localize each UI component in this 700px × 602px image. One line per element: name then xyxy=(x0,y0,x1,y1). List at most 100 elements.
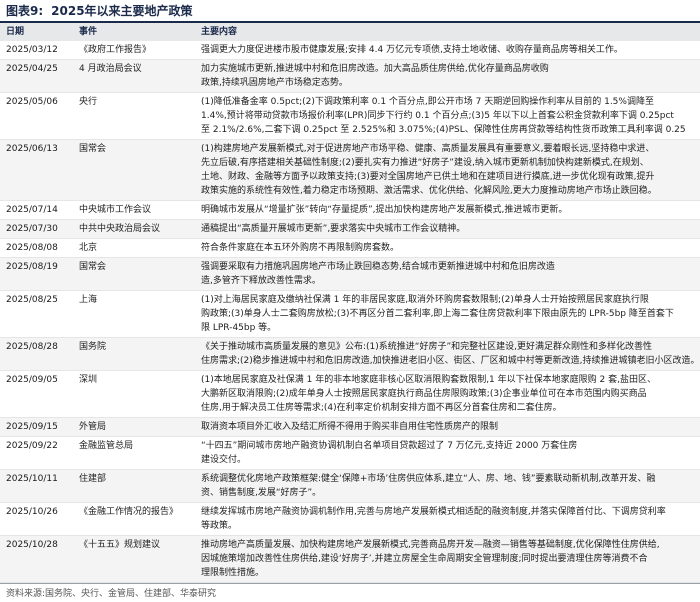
content-line: 购政策;(3)单身人士二套购房放松;(3)不再区分首二套利率,即上海二套住房贷款… xyxy=(201,309,674,319)
table-row: 2025/07/14 中央城市工作会议 明确城市发展从“增量扩张”转向“存量提质”,… xyxy=(0,200,700,220)
content-line: 强调要采取有力措施巩固房地产市场止跌回稳态势,结合城市更新推进城中村和危旧房改造 xyxy=(201,262,555,272)
cell-date: 2025/03/12 xyxy=(0,41,73,60)
cell-content: 明确城市发展从“增量扩张”转向“存量提质”,提出加快构建房地产发展新模式,推进城… xyxy=(195,200,700,220)
figure-title: 图表9: 2025年以来主要地产政策 xyxy=(6,2,193,20)
content-line: 符合条件家庭在本五环外购房不再限制购房套数。 xyxy=(201,243,400,253)
cell-content: 取消资本项目外汇收入及结汇所得不得用于购买非自用住宅性质房产的限制 xyxy=(195,417,700,437)
content-line: 取消资本项目外汇收入及结汇所得不得用于购买非自用住宅性质房产的限制 xyxy=(201,422,499,432)
content-line: 《关于推动城市高质量发展的意见》公布:(1)系统推进“好房子”和完整社区建设,更… xyxy=(201,342,652,352)
cell-event: 4 月政治局会议 xyxy=(73,59,195,93)
content-line: 至 2.1%/2.6%,二套下调 0.25pct 至 2.525%和 3.075… xyxy=(201,125,686,135)
cell-date: 2025/10/26 xyxy=(0,502,73,536)
content-line: 建设交付。 xyxy=(201,455,247,465)
content-line: “十四五”期间城市房地产融资协调机制白名单项目贷款超过了 7 万亿元,支持近 2… xyxy=(201,441,578,451)
cell-event: 外管局 xyxy=(73,417,195,437)
content-line: 继续发挥城市房地产融资协调机制作用,完善与房地产发展新模式相适配的融资制度,并落… xyxy=(201,507,666,517)
content-line: 先立后破,有序搭建相关基础性制度;(2)要扎实有力推进“好房子”建设,纳入城市更… xyxy=(201,158,649,168)
cell-event: 北京 xyxy=(73,238,195,258)
cell-content: “十四五”期间城市房地产融资协调机制白名单项目贷款超过了 7 万亿元,支持近 2… xyxy=(195,436,700,470)
source-note: 资料来源:国务院、央行、金管局、住建部、华泰研究 xyxy=(6,589,217,599)
cell-date: 2025/07/14 xyxy=(0,200,73,220)
cell-content: 系统调整优化房地产政策框架:健全‘保障+市场’住房供应体系,建立“人、房、地、钱… xyxy=(195,469,700,503)
cell-content: 强调更大力度促进楼市股市健康发展;安排 4.4 万亿元专项债,支持土地收储、收购… xyxy=(195,41,700,60)
table-row: 2025/08/19 国常会 强调要采取有力措施巩固房地产市场止跌回稳态势,结合城市… xyxy=(0,257,700,291)
cell-date: 2025/07/30 xyxy=(0,219,73,239)
cell-event: 国务院 xyxy=(73,337,195,371)
content-line: 强调更大力度促进楼市股市健康发展;安排 4.4 万亿元专项债,支持土地收储、收购… xyxy=(201,45,623,55)
content-line: 1.4%,预计将带动贷款市场报价利率(LPR)同步下行约 0.1 个百分点;(3… xyxy=(201,111,674,121)
header-date: 日期 xyxy=(0,21,73,41)
content-line: 住房,用于解决员工住房等需求;(4)在利率定价机制安排方面不再区分首套住房和二套… xyxy=(201,403,562,413)
content-line: 系统调整优化房地产政策框架:健全‘保障+市场’住房供应体系,建立“人、房、地、钱… xyxy=(201,474,656,484)
cell-event: 中央城市工作会议 xyxy=(73,200,195,220)
cell-event: 深圳 xyxy=(73,370,195,418)
content-line: 理限制性措施。 xyxy=(201,568,265,578)
policy-table: 日期 事件 主要内容 2025/03/12 《政府工作报告》 强调更大力度促进楼市股… xyxy=(0,21,700,583)
content-line: 大鹏新区取消限购;(2)成年单身人士按照居民家庭执行商品住房限购政策;(3)企事… xyxy=(201,389,647,399)
content-line: 造,多管齐下释放改善性需求。 xyxy=(201,276,321,286)
cell-event: 上海 xyxy=(73,290,195,338)
cell-date: 2025/09/22 xyxy=(0,436,73,470)
cell-content: 继续发挥城市房地产融资协调机制作用,完善与房地产发展新模式相适配的融资制度,并落… xyxy=(195,502,700,536)
content-line: (1)构建房地产发展新模式,对于促进房地产市场平稳、健康、高质量发展具有重要意义… xyxy=(201,144,655,154)
cell-date: 2025/09/15 xyxy=(0,417,73,437)
cell-event: 央行 xyxy=(73,92,195,140)
cell-event: 住建部 xyxy=(73,469,195,503)
cell-event: 中共中央政治局会议 xyxy=(73,219,195,239)
cell-date: 2025/05/06 xyxy=(0,92,73,140)
table-row: 2025/09/05 深圳 (1)本地居民家庭及社保满 1 年的非本地家庭非核心区取… xyxy=(0,370,700,418)
table-row: 2025/10/11 住建部 系统调整优化房地产政策框架:健全‘保障+市场’住房供应… xyxy=(0,469,700,503)
table-row: 2025/10/26 《金融工作情况的报告》 继续发挥城市房地产融资协调机制作用,完… xyxy=(0,502,700,536)
content-line: 明确城市发展从“增量扩张”转向“存量提质”,提出加快构建房地产发展新模式,推进城… xyxy=(201,205,568,215)
cell-content: 强调要采取有力措施巩固房地产市场止跌回稳态势,结合城市更新推进城中村和危旧房改造… xyxy=(195,257,700,291)
content-line: 因城施策增加改善性住房供给,建设‘好房子’,并建立房屋全生命周期安全管理制度;同… xyxy=(201,554,648,564)
content-line: (1)降低准备金率 0.5pct;(2)下调政策利率 0.1 个百分点,即公开市… xyxy=(201,97,654,107)
table-row: 2025/09/22 金融监管总局 “十四五”期间城市房地产融资协调机制白名单项目贷… xyxy=(0,436,700,470)
table-row: 2025/07/30 中共中央政治局会议 通稿提出“高质量开展城市更新”,要求落实中… xyxy=(0,219,700,239)
cell-date: 2025/08/28 xyxy=(0,337,73,371)
content-line: (1)对上海居民家庭及缴纳社保满 1 年的非居民家庭,取消外环购房套数限制;(2… xyxy=(201,295,649,305)
cell-date: 2025/06/13 xyxy=(0,139,73,201)
cell-event: 国常会 xyxy=(73,139,195,201)
table-row: 2025/06/13 国常会 (1)构建房地产发展新模式,对于促进房地产市场平稳、健… xyxy=(0,139,700,201)
table-row: 2025/10/28 《十五五》规划建议 推动房地产高质量发展、加快构建房地产发展新… xyxy=(0,535,700,583)
cell-date: 2025/08/25 xyxy=(0,290,73,338)
cell-date: 2025/09/05 xyxy=(0,370,73,418)
content-line: 等政策。 xyxy=(201,521,238,531)
bottom-rule xyxy=(0,583,700,584)
cell-content: (1)对上海居民家庭及缴纳社保满 1 年的非居民家庭,取消外环购房套数限制;(2… xyxy=(195,290,700,338)
content-line: 通稿提出“高质量开展城市更新”,要求落实中央城市工作会议精神。 xyxy=(201,224,466,234)
cell-date: 2025/10/11 xyxy=(0,469,73,503)
table-row: 2025/04/25 4 月政治局会议 加力实施城市更新,推进城中村和危旧房改造。加… xyxy=(0,59,700,93)
cell-content: (1)构建房地产发展新模式,对于促进房地产市场平稳、健康、高质量发展具有重要意义… xyxy=(195,139,700,201)
cell-date: 2025/10/28 xyxy=(0,535,73,583)
cell-content: 通稿提出“高质量开展城市更新”,要求落实中央城市工作会议精神。 xyxy=(195,219,700,239)
cell-date: 2025/04/25 xyxy=(0,59,73,93)
table-row: 2025/08/28 国务院 《关于推动城市高质量发展的意见》公布:(1)系统推进“… xyxy=(0,337,700,371)
cell-content: 推动房地产高质量发展、加快构建房地产发展新模式,完善商品房开发—融资—销售等基础… xyxy=(195,535,700,583)
cell-content: 《关于推动城市高质量发展的意见》公布:(1)系统推进“好房子”和完整社区建设,更… xyxy=(195,337,700,371)
content-line: 加力实施城市更新,推进城中村和危旧房改造。加大高品质住房供给,优化存量商品房收购 xyxy=(201,64,549,74)
content-line: 限 LPR-45bp 等。 xyxy=(201,323,277,333)
cell-content: 加力实施城市更新,推进城中村和危旧房改造。加大高品质住房供给,优化存量商品房收购… xyxy=(195,59,700,93)
content-line: 住房需求;(2)稳步推进城中村和危旧房改造,加快推进老旧小区、街区、厂区和城中村… xyxy=(201,356,700,366)
table-row: 2025/08/08 北京 符合条件家庭在本五环外购房不再限制购房套数。 xyxy=(0,238,700,258)
cell-date: 2025/08/19 xyxy=(0,257,73,291)
cell-content: (1)降低准备金率 0.5pct;(2)下调政策利率 0.1 个百分点,即公开市… xyxy=(195,92,700,140)
table-row: 2025/03/12 《政府工作报告》 强调更大力度促进楼市股市健康发展;安排 4.… xyxy=(0,41,700,60)
content-line: (1)本地居民家庭及社保满 1 年的非本地家庭非核心区取消限购套数限制,1 年以… xyxy=(201,375,656,385)
cell-event: 《金融工作情况的报告》 xyxy=(73,502,195,536)
table-body: 2025/03/12 《政府工作报告》 强调更大力度促进楼市股市健康发展;安排 4.… xyxy=(0,41,700,583)
cell-content: 符合条件家庭在本五环外购房不再限制购房套数。 xyxy=(195,238,700,258)
cell-event: 国常会 xyxy=(73,257,195,291)
table-row: 2025/09/15 外管局 取消资本项目外汇收入及结汇所得不得用于购买非自用住宅性… xyxy=(0,417,700,437)
content-line: 土地、财政、金融等方面予以政策支持;(3)要对全国房地产已供土地和在建项目进行摸… xyxy=(201,172,655,182)
cell-content: (1)本地居民家庭及社保满 1 年的非本地家庭非核心区取消限购套数限制,1 年以… xyxy=(195,370,700,418)
cell-date: 2025/08/08 xyxy=(0,238,73,258)
cell-event: 金融监管总局 xyxy=(73,436,195,470)
table-row: 2025/08/25 上海 (1)对上海居民家庭及缴纳社保满 1 年的非居民家庭,取… xyxy=(0,290,700,338)
content-line: 政策实施的系统性有效性,着力稳定市场预期、激活需求、优化供给、化解风险,更大力度… xyxy=(201,186,657,196)
table-header-row: 日期 事件 主要内容 xyxy=(0,21,700,41)
cell-event: 《政府工作报告》 xyxy=(73,41,195,60)
cell-event: 《十五五》规划建议 xyxy=(73,535,195,583)
